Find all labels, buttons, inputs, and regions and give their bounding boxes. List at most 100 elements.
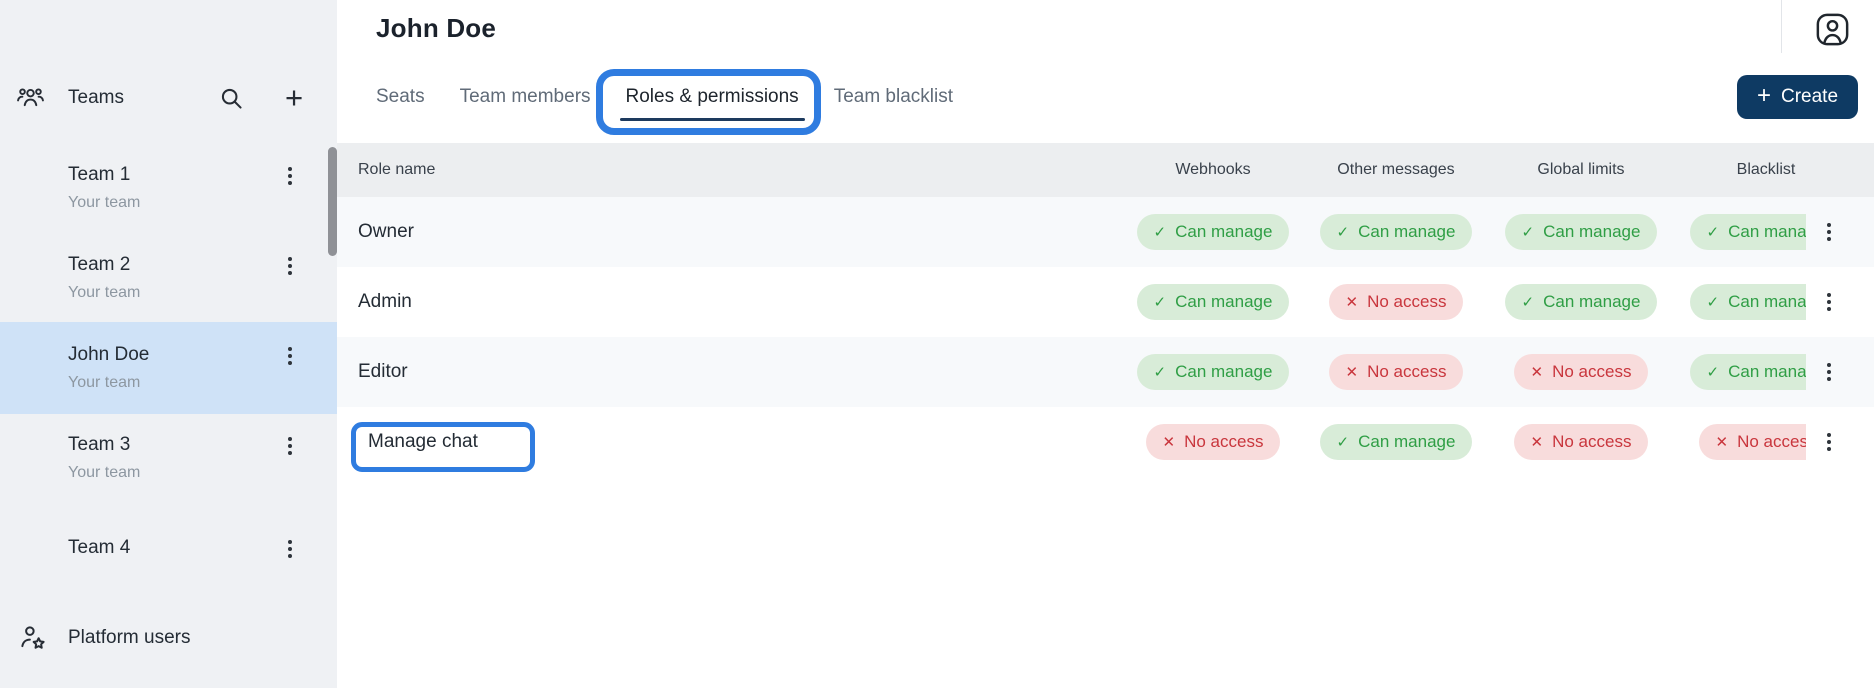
- badge-label: No access: [1367, 362, 1446, 382]
- role-name-cell: Owner: [358, 197, 414, 267]
- table-header: Role name WebhooksOther messagesGlobal l…: [337, 143, 1874, 197]
- platform-users-icon: [18, 623, 48, 653]
- tab-roles-permissions[interactable]: Roles & permissions: [625, 86, 800, 122]
- tab-team-members[interactable]: Team members: [459, 86, 592, 122]
- row-menu-icon[interactable]: [1823, 359, 1835, 385]
- sidebar-item-platform-users[interactable]: Platform users: [0, 608, 337, 668]
- badge-label: Can manage: [1358, 222, 1455, 242]
- role-name-cell: Admin: [358, 267, 412, 337]
- check-icon: ✓: [1337, 433, 1350, 451]
- team-menu-icon[interactable]: [284, 536, 296, 562]
- role-name-cell: Manage chat: [368, 407, 478, 477]
- sidebar-item-team-3[interactable]: Team 3 Your team: [0, 412, 337, 504]
- badge-can-manage: ✓ Can manage: [1505, 284, 1658, 320]
- check-icon: ✓: [1337, 223, 1350, 241]
- check-icon: ✓: [1707, 293, 1720, 311]
- sidebar-item-team-2[interactable]: Team 2 Your team: [0, 232, 337, 324]
- team-subtitle: Your team: [68, 194, 140, 212]
- page-title: John Doe: [376, 13, 496, 44]
- tab-label: Roles & permissions: [626, 86, 799, 107]
- badge-no-access: ✕ No access: [1514, 354, 1649, 390]
- cross-icon: ✕: [1716, 433, 1729, 451]
- badge-can-manage: ✓ Can manage: [1320, 214, 1473, 250]
- badge-label: No access: [1552, 432, 1631, 452]
- create-button[interactable]: + Create: [1737, 75, 1858, 119]
- badge-can-manage: ✓ Can manage: [1137, 214, 1290, 250]
- team-menu-icon[interactable]: [284, 253, 296, 279]
- table-row-admin: Admin ✓Can manage✕No access✓Can manage✓C…: [337, 267, 1874, 337]
- badge-no-access: ✕ No access: [1329, 284, 1464, 320]
- team-menu-icon[interactable]: [284, 433, 296, 459]
- table-row-owner: Owner ✓Can manage✓Can manage✓Can manage✓…: [337, 197, 1874, 267]
- create-button-label: Create: [1781, 86, 1838, 108]
- column-header-blacklist: Blacklist: [1646, 143, 1874, 197]
- cross-icon: ✕: [1346, 293, 1359, 311]
- row-menu-icon[interactable]: [1823, 219, 1835, 245]
- column-header-role-name: Role name: [358, 143, 435, 197]
- team-name: Team 1: [68, 164, 130, 186]
- badge-label: No access: [1737, 432, 1816, 452]
- table-row-editor: Editor ✓Can manage✕No access✕No access✓C…: [337, 337, 1874, 407]
- cross-icon: ✕: [1531, 363, 1544, 381]
- check-icon: ✓: [1707, 363, 1720, 381]
- account-icon[interactable]: [1814, 11, 1851, 48]
- sidebar-item-john-doe[interactable]: John Doe Your team: [0, 322, 337, 414]
- check-icon: ✓: [1154, 293, 1167, 311]
- teams-group-icon: [16, 84, 45, 113]
- platform-users-label: Platform users: [68, 627, 190, 649]
- badge-label: Can manage: [1543, 222, 1640, 242]
- header-divider: [1781, 0, 1782, 53]
- team-name: Team 4: [68, 537, 130, 559]
- main-panel: John Doe Seats Team members Roles & perm…: [337, 0, 1874, 688]
- row-menu-icon[interactable]: [1823, 289, 1835, 315]
- check-icon: ✓: [1154, 223, 1167, 241]
- badge-label: Can manage: [1175, 362, 1272, 382]
- badge-label: Can manage: [1543, 292, 1640, 312]
- table-row-manage-chat: Manage chat ✕ No access ✓ Can manage ✕ No acc…: [337, 407, 1874, 477]
- tab-team-blacklist[interactable]: Team blacklist: [833, 86, 954, 122]
- add-team-icon[interactable]: +: [278, 82, 310, 114]
- sidebar-scrollbar[interactable]: [328, 147, 337, 256]
- tab-label: Team blacklist: [834, 86, 953, 107]
- plus-icon: +: [1757, 82, 1771, 110]
- sidebar-item-team-1[interactable]: Team 1 Your team: [0, 142, 337, 234]
- teams-sidebar: Teams + Team 1 Your team Team 2 Your tea…: [0, 0, 337, 688]
- team-name: Team 3: [68, 434, 130, 456]
- check-icon: ✓: [1707, 223, 1720, 241]
- cross-icon: ✕: [1531, 433, 1544, 451]
- cross-icon: ✕: [1346, 363, 1359, 381]
- team-menu-icon[interactable]: [284, 163, 296, 189]
- team-subtitle: Your team: [68, 464, 140, 482]
- row-menu-icon[interactable]: [1823, 429, 1835, 455]
- badge-can-manage: ✓Can manage: [1137, 354, 1290, 390]
- team-name: John Doe: [68, 344, 149, 366]
- badge-can-manage: ✓ Can manage: [1320, 424, 1473, 460]
- badge-no-access: ✕ No access: [1514, 424, 1649, 460]
- tab-seats[interactable]: Seats: [375, 86, 426, 122]
- badge-label: Can manage: [1175, 292, 1272, 312]
- badge-label: No access: [1184, 432, 1263, 452]
- row-actions: [1806, 197, 1874, 267]
- search-icon[interactable]: [217, 84, 246, 113]
- sidebar-item-team-4[interactable]: Team 4: [0, 515, 337, 607]
- team-menu-icon[interactable]: [284, 343, 296, 369]
- row-actions: [1806, 407, 1874, 477]
- badge-no-access: ✕ No access: [1329, 354, 1464, 390]
- badge-no-access: ✕ No access: [1146, 424, 1281, 460]
- cross-icon: ✕: [1163, 433, 1176, 451]
- badge-can-manage: ✓ Can manage: [1137, 284, 1290, 320]
- badge-label: Can manage: [1175, 222, 1272, 242]
- team-subtitle: Your team: [68, 374, 140, 392]
- badge-label: No access: [1552, 362, 1631, 382]
- badge-label: Can manage: [1358, 432, 1455, 452]
- badge-label: No access: [1367, 292, 1446, 312]
- badge-can-manage: ✓ Can manage: [1505, 214, 1658, 250]
- tab-label: Team members: [460, 86, 591, 107]
- check-icon: ✓: [1522, 223, 1535, 241]
- tab-bar: Seats Team members Roles & permissions T…: [375, 86, 954, 122]
- row-actions: [1806, 267, 1874, 337]
- check-icon: ✓: [1522, 293, 1535, 311]
- role-name-cell: Editor: [358, 337, 408, 407]
- tab-label: Seats: [376, 86, 425, 107]
- team-subtitle: Your team: [68, 284, 140, 302]
